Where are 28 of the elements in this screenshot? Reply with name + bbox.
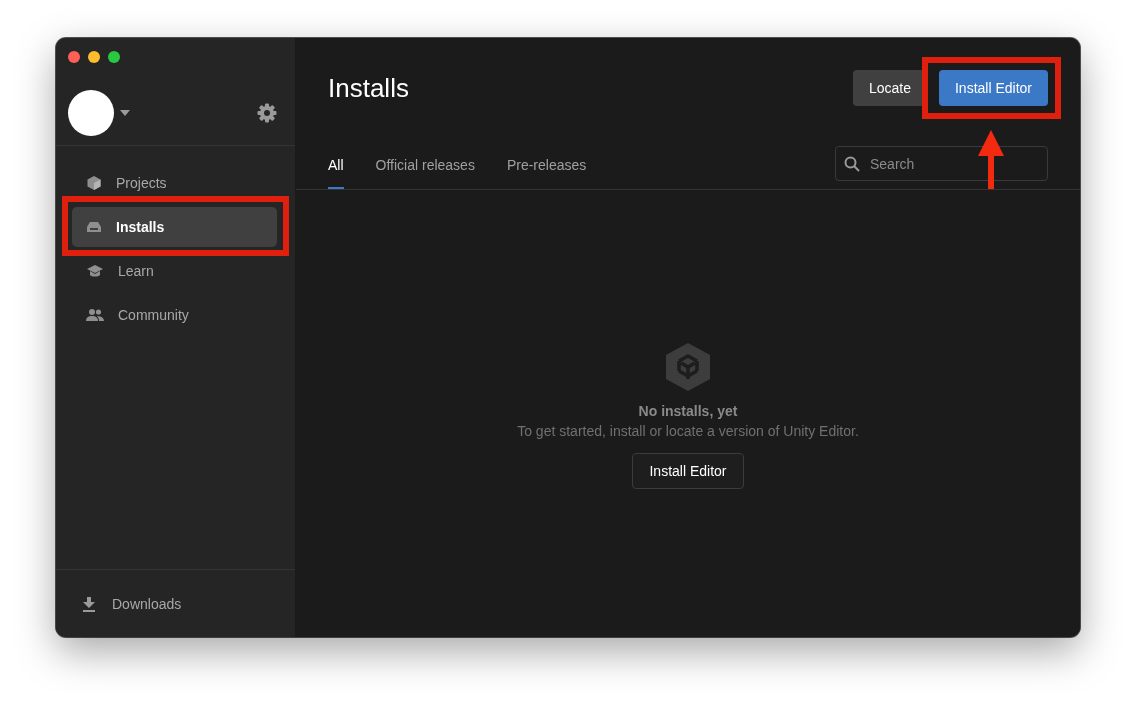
sidebar-item[interactable]: Projects bbox=[72, 163, 277, 203]
caret-icon[interactable] bbox=[120, 110, 130, 116]
arrow bbox=[977, 130, 1005, 190]
install-editor-button[interactable]: Install Editor bbox=[632, 452, 744, 489]
settings-icon[interactable] bbox=[257, 103, 277, 123]
sidebar-item[interactable]: Installs bbox=[72, 207, 277, 247]
search-field[interactable]: Search bbox=[835, 146, 1048, 181]
page-title: Installs bbox=[328, 72, 409, 104]
downloads-item[interactable]: Downloads bbox=[56, 569, 295, 637]
cube-icon bbox=[86, 175, 102, 191]
cube-logo-icon bbox=[666, 342, 710, 391]
search-icon bbox=[844, 156, 860, 172]
tab[interactable]: Official releases bbox=[375, 146, 475, 189]
zoom-window-button[interactable] bbox=[108, 51, 120, 63]
download-icon bbox=[82, 595, 96, 612]
graduation-cap-icon bbox=[86, 263, 104, 279]
avatar[interactable] bbox=[68, 90, 114, 136]
sidebar-item[interactable]: Community bbox=[72, 295, 277, 335]
tab[interactable]: All bbox=[328, 146, 344, 189]
close-window-button[interactable] bbox=[68, 51, 80, 63]
tab[interactable]: Pre-releases bbox=[506, 146, 587, 189]
sidebar-item[interactable]: Learn bbox=[72, 251, 277, 291]
minimize-window-button[interactable] bbox=[88, 51, 100, 63]
empty-state-message: To get started, install or locate a version of Unity Editor. bbox=[517, 422, 859, 439]
drive-icon bbox=[86, 219, 102, 235]
install-editor-button[interactable]: Install Editor bbox=[938, 70, 1048, 106]
empty-state-title: No installs, yet bbox=[638, 402, 738, 419]
people-icon bbox=[86, 307, 104, 323]
